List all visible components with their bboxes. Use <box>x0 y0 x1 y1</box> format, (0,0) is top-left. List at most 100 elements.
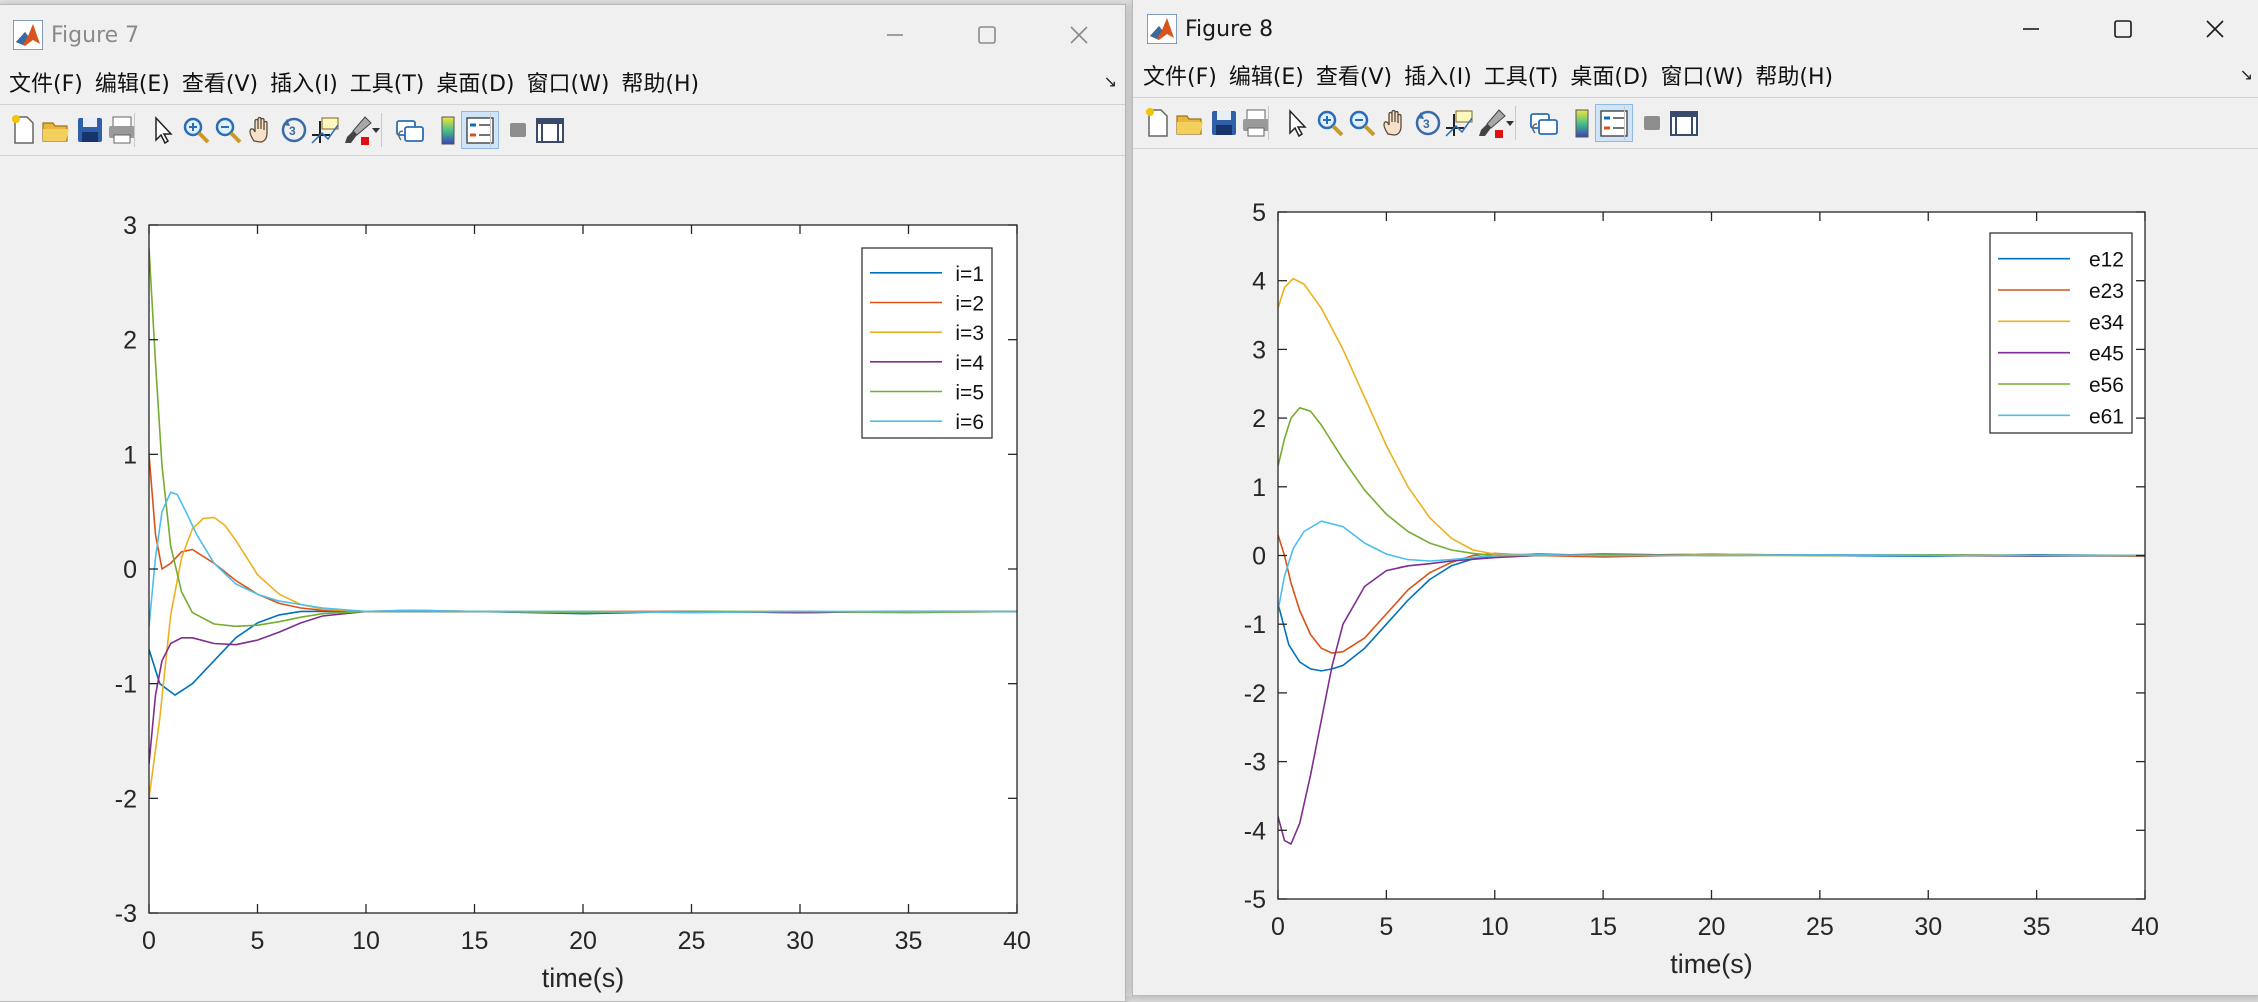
open-file-icon <box>1176 115 1203 135</box>
legend-label: i=2 <box>955 293 984 316</box>
matlab-logo-icon <box>13 20 43 50</box>
toolbar-separator <box>1515 106 1516 140</box>
pan-hand-icon <box>1383 109 1402 136</box>
menu-view[interactable]: 查看(V) <box>1316 59 1392 91</box>
x-tick-label: 15 <box>1589 913 1617 941</box>
colorbar-icon <box>1575 109 1589 138</box>
y-tick-label: -3 <box>115 900 137 928</box>
minimize-button[interactable] <box>849 5 941 65</box>
x-tick-label: 35 <box>2023 913 2051 941</box>
minimize-icon <box>887 34 903 36</box>
y-tick-label: 3 <box>1252 336 1266 364</box>
dock-figure-icon[interactable]: ↘ <box>2240 65 2253 85</box>
menu-help[interactable]: 帮助(H) <box>621 66 699 98</box>
legend-icon <box>1600 110 1628 137</box>
y-tick-label: 3 <box>123 212 137 240</box>
show-plot-tools-button[interactable] <box>1665 104 1703 142</box>
title-bar[interactable]: Figure 8 <box>1133 0 2258 59</box>
close-icon <box>2206 20 2224 38</box>
menu-insert[interactable]: 插入(I) <box>1404 59 1472 91</box>
show-plot-tools-button[interactable] <box>531 111 569 149</box>
x-tick-label: 40 <box>2131 913 2159 941</box>
new-figure-icon <box>12 115 34 144</box>
x-tick-label: 25 <box>678 927 706 955</box>
legend-label: i=5 <box>955 382 984 405</box>
legend-label: e56 <box>2089 374 2124 397</box>
x-tick-label: 35 <box>895 927 923 955</box>
toolbar-separator <box>1268 106 1269 140</box>
link-plot-button[interactable] <box>391 111 429 149</box>
open-file-button[interactable] <box>37 111 75 149</box>
maximize-icon <box>2114 20 2132 38</box>
hide-plot-tools-icon <box>1644 116 1660 130</box>
matlab-logo-icon <box>1147 14 1177 44</box>
link-plot-icon <box>396 120 424 142</box>
menu-tools[interactable]: 工具(T) <box>350 66 425 98</box>
legend[interactable]: i=1 i=2 i=3 i=4 i=5 i=6 <box>861 247 993 439</box>
menu-window[interactable]: 窗口(W) <box>527 66 610 98</box>
menu-help[interactable]: 帮助(H) <box>1755 59 1833 91</box>
menu-view[interactable]: 查看(V) <box>182 66 258 98</box>
x-tick-label: 30 <box>1914 913 1942 941</box>
pointer-button[interactable] <box>1277 104 1315 142</box>
pointer-icon <box>155 116 173 145</box>
zoom-out-icon <box>1349 110 1376 137</box>
zoom-in-icon <box>183 117 210 144</box>
y-tick-label: -1 <box>115 671 137 699</box>
menu-tools[interactable]: 工具(T) <box>1484 59 1559 91</box>
minimize-icon <box>2023 28 2039 30</box>
menu-edit[interactable]: 编辑(E) <box>1229 59 1304 91</box>
menu-window[interactable]: 窗口(W) <box>1661 59 1744 91</box>
menu-file[interactable]: 文件(F) <box>9 66 83 98</box>
minimize-button[interactable] <box>1985 0 2077 59</box>
legend-label: e45 <box>2089 343 2124 366</box>
figure-8-window[interactable]: Figure 8 文件(F) 编辑(E) 查看(V) 插入(I) 工具(T) 桌… <box>1132 0 2258 996</box>
menu-bar: 文件(F) 编辑(E) 查看(V) 插入(I) 工具(T) 桌面(D) 窗口(W… <box>0 64 1125 100</box>
dock-figure-icon[interactable]: ↘ <box>1104 72 1117 92</box>
close-button[interactable] <box>1033 5 1125 65</box>
x-tick-label: 40 <box>1003 927 1031 955</box>
y-tick-label: 5 <box>1252 199 1266 227</box>
x-tick-label: 5 <box>1379 913 1393 941</box>
figure-7-window[interactable]: Figure 7 文件(F) 编辑(E) 查看(V) 插入(I) 工具(T) 桌… <box>0 4 1126 1002</box>
close-icon <box>1070 26 1088 44</box>
menu-desktop[interactable]: 桌面(D) <box>436 66 514 98</box>
maximize-button[interactable] <box>2077 0 2169 59</box>
legend-label: e23 <box>2089 280 2124 303</box>
plot-area[interactable]: 0 5 10 15 20 25 30 35 403210-1-2-3time(s)i=1i=2i… <box>0 155 1125 1002</box>
legend-label: e12 <box>2089 249 2124 272</box>
show-plot-tools-icon <box>536 118 564 143</box>
y-tick-label: 0 <box>1252 543 1266 571</box>
open-file-icon <box>42 122 69 142</box>
legend-button[interactable] <box>461 111 499 149</box>
legend-label: i=6 <box>955 411 984 434</box>
figure-toolbar: 3 <box>0 104 1125 156</box>
title-bar[interactable]: Figure 7 <box>0 5 1125 65</box>
x-tick-label: 15 <box>461 927 489 955</box>
menu-edit[interactable]: 编辑(E) <box>95 66 170 98</box>
data-cursor-icon <box>1445 110 1473 137</box>
menu-file[interactable]: 文件(F) <box>1143 59 1217 91</box>
maximize-icon <box>978 26 996 44</box>
save-icon <box>1212 111 1236 135</box>
x-tick-label: 20 <box>1698 913 1726 941</box>
maximize-button[interactable] <box>941 5 1033 65</box>
x-tick-label: 25 <box>1806 913 1834 941</box>
close-button[interactable] <box>2169 0 2258 59</box>
legend[interactable]: e12 e23 e34 e45 e56 e61 <box>1989 232 2133 434</box>
y-tick-label: 1 <box>1252 474 1266 502</box>
open-file-button[interactable] <box>1171 104 1209 142</box>
plot-area[interactable]: 0 5 10 15 20 25 30 35 40543210-1-2-3-4-5time(s)e… <box>1133 149 2258 996</box>
svg-text:3: 3 <box>289 124 296 138</box>
window-title: Figure 8 <box>1185 16 1274 42</box>
print-button[interactable] <box>1237 104 1275 142</box>
x-tick-label: 0 <box>1271 913 1285 941</box>
pointer-button[interactable] <box>143 111 181 149</box>
window-title: Figure 7 <box>51 22 140 48</box>
legend-button[interactable] <box>1595 104 1633 142</box>
link-plot-button[interactable] <box>1525 104 1563 142</box>
print-button[interactable] <box>103 111 141 149</box>
x-axis-label: time(s) <box>542 963 625 993</box>
menu-desktop[interactable]: 桌面(D) <box>1570 59 1648 91</box>
menu-insert[interactable]: 插入(I) <box>270 66 338 98</box>
